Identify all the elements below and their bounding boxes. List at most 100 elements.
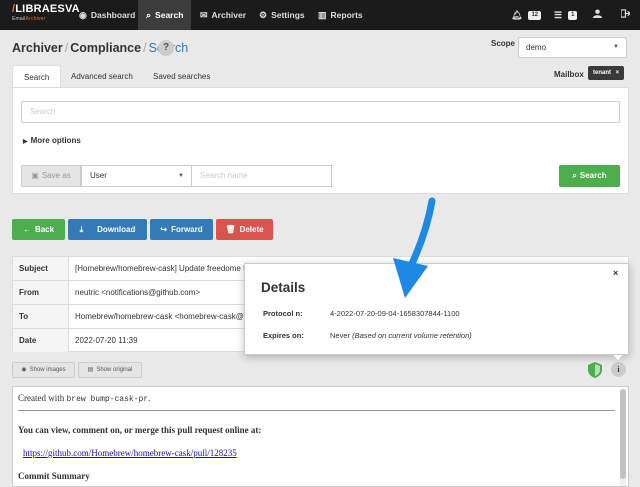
logo-product-b: Archiver: [25, 16, 46, 22]
scope-value: demo: [526, 43, 547, 52]
tab-saved-searches[interactable]: Saved searches: [142, 65, 221, 88]
email-line-created: Created with brew bump-cask-pr.: [18, 393, 150, 404]
expires-label: Expires on:: [263, 331, 304, 340]
nav-archiver[interactable]: ✉ Archiver: [192, 0, 254, 30]
email-scrollbar[interactable]: [620, 389, 626, 486]
gear-icon: ⚙: [259, 10, 268, 20]
expires-value: Never (Based on current volume retention…: [330, 331, 472, 340]
nav-settings[interactable]: ⚙ Settings: [251, 0, 313, 30]
show-original-label: Show original: [96, 367, 133, 373]
nav-search-label: Search: [155, 10, 184, 20]
email-body: Created with brew bump-cask-pr. You can …: [12, 386, 629, 487]
breadcrumb-archiver[interactable]: Archiver: [12, 41, 63, 55]
protocol-label: Protocol n:: [263, 309, 303, 318]
email-code: brew bump-cask-pr: [66, 395, 149, 404]
details-title: Details: [261, 280, 306, 295]
scope-label: Scope: [491, 39, 516, 48]
row-key: Date: [13, 329, 69, 352]
close-icon[interactable]: ×: [613, 268, 618, 278]
save-as-button[interactable]: ▣ Save as: [21, 165, 81, 187]
tab-advanced-search[interactable]: Advanced search: [60, 65, 144, 88]
expires-note: (Based on current volume retention): [352, 331, 472, 340]
shield-icon[interactable]: [588, 362, 602, 378]
row-value: neutric <notifications@github.com>: [75, 288, 201, 297]
row-value: 2022-07-20 11:39: [75, 336, 138, 345]
mailbox-tag-label: tenant: [593, 70, 611, 76]
nav-reports-label: Reports: [330, 10, 363, 20]
mailbox-tag: tenant ×: [588, 66, 625, 80]
logout-icon: [620, 9, 631, 20]
protocol-value: 4-2022-07-20-09-04-1658307844-1100: [330, 309, 460, 318]
download-button[interactable]: ⤓ Download: [68, 219, 147, 240]
trash-icon: 🗑︎: [225, 225, 236, 234]
search-button-label: Search: [579, 171, 607, 180]
back-button[interactable]: ← Back: [12, 219, 65, 240]
more-options-label: More options: [30, 136, 81, 145]
show-images-button[interactable]: ◉ Show images: [12, 362, 75, 378]
arrow-left-icon: ←: [22, 225, 31, 234]
search-panel: Search ▶ More options ▣ Save as User ▼ Sea…: [12, 87, 629, 194]
tasks-button[interactable]: ☰ 1: [546, 0, 585, 30]
delete-label: Delete: [239, 225, 264, 234]
row-key: To: [13, 305, 69, 328]
email-pr-link[interactable]: https://github.com/Homebrew/homebrew-cas…: [23, 448, 237, 458]
email-commit-summary: Commit Summary: [18, 471, 90, 481]
email-line-created-prefix: Created with: [18, 393, 67, 403]
logout-button[interactable]: [613, 0, 638, 30]
list-icon: ☰: [554, 10, 563, 20]
email-scrollbar-thumb[interactable]: [620, 389, 626, 479]
save-scope-select[interactable]: User ▼: [81, 165, 192, 187]
file-icon: ▤: [87, 367, 94, 373]
logo-product-a: Email: [12, 16, 26, 22]
show-original-button[interactable]: ▤ Show original: [78, 362, 142, 378]
mailbox-label: Mailbox: [554, 70, 584, 79]
forward-button[interactable]: ↪ Forward: [150, 219, 213, 240]
eye-icon: ◉: [21, 367, 27, 373]
download-label: Download: [97, 225, 136, 234]
brand-logo[interactable]: /LIBRAESVA EmailArchiver: [12, 4, 80, 22]
search-icon: ⌕: [146, 10, 152, 20]
nav-dashboard[interactable]: ◉ Dashboard: [71, 0, 143, 30]
envelope-icon: ✉: [200, 10, 208, 20]
expires-value-text: Never: [330, 331, 351, 340]
notifications-badge: 12: [528, 11, 542, 21]
nav-archiver-label: Archiver: [211, 10, 247, 20]
search-button[interactable]: ⌕ Search: [559, 165, 620, 187]
tab-search[interactable]: Search: [12, 65, 62, 88]
save-as-label: Save as: [41, 171, 71, 180]
nav-dashboard-label: Dashboard: [90, 10, 136, 20]
breadcrumb-compliance[interactable]: Compliance: [70, 41, 141, 55]
chevron-down-icon: ▼: [178, 173, 184, 179]
email-divider: [18, 410, 615, 411]
top-navbar: /LIBRAESVA EmailArchiver ◉ Dashboard ⌕ Sea…: [0, 0, 640, 30]
tag-remove-icon[interactable]: ×: [616, 70, 620, 76]
help-button[interactable]: ?: [158, 40, 174, 56]
download-icon: ⤓: [79, 225, 84, 234]
more-options-toggle[interactable]: ▶ More options: [23, 136, 81, 145]
details-popover: Details × Protocol n: 4-2022-07-20-09-04…: [244, 263, 629, 362]
row-key: Subject: [13, 257, 69, 280]
row-value: [Homebrew/homebrew-cask] Update freedome…: [75, 264, 248, 273]
user-button[interactable]: [585, 0, 610, 30]
nav-search[interactable]: ⌕ Search: [138, 0, 192, 30]
scope-select[interactable]: demo ▼: [518, 37, 627, 58]
delete-button[interactable]: 🗑︎ Delete: [216, 219, 273, 240]
row-value: Homebrew/homebrew-cask <homebrew-cask@no: [75, 312, 253, 321]
email-line-view: You can view, comment on, or merge this …: [18, 425, 262, 435]
search-name-input[interactable]: Search name: [191, 165, 332, 187]
search-input[interactable]: Search: [21, 101, 620, 123]
dashboard-icon: ◉: [79, 10, 87, 20]
user-icon: [593, 9, 602, 20]
notifications-button[interactable]: 🔔︎ 12: [503, 0, 549, 30]
bar-chart-icon: ▥: [318, 10, 327, 20]
back-label: Back: [34, 225, 55, 234]
popover-pointer: [613, 355, 623, 362]
forward-label: Forward: [171, 225, 203, 234]
nav-reports[interactable]: ▥ Reports: [310, 0, 371, 30]
show-images-label: Show images: [29, 367, 66, 373]
bell-icon: 🔔︎: [511, 10, 523, 20]
save-scope-value: User: [90, 171, 107, 180]
share-icon: ↪: [160, 225, 168, 234]
row-key: From: [13, 281, 69, 304]
caret-right-icon: ▶: [23, 139, 28, 145]
